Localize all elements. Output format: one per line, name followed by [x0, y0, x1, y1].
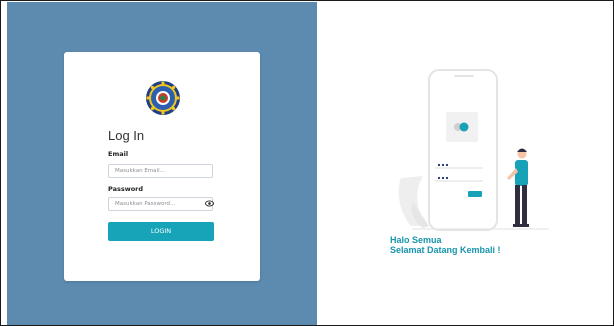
email-label: Email — [108, 150, 129, 158]
login-button[interactable]: LOGIN — [108, 222, 214, 241]
submit-icon — [468, 191, 482, 197]
email-field[interactable]: Masukkan Email... — [108, 164, 213, 178]
welcome-illustration — [398, 69, 549, 231]
login-card: Log In Email Masukkan Email... Password … — [64, 52, 260, 281]
greeting-line-1: Halo Semua — [390, 235, 442, 245]
greeting-line-2: Selamat Datang Kembali ! — [390, 245, 501, 255]
eye-icon[interactable] — [205, 199, 214, 208]
page-title: Log In — [108, 128, 145, 143]
left-panel: Log In Email Masukkan Email... Password … — [7, 2, 317, 325]
password-field[interactable]: Masukkan Password... — [108, 197, 213, 211]
phone-icon — [428, 69, 498, 231]
screenshot-frame: Log In Email Masukkan Email... Password … — [0, 0, 614, 326]
greeting-text: Halo Semua Selamat Datang Kembali ! — [390, 235, 501, 255]
person-icon — [507, 148, 529, 227]
right-panel: Halo Semua Selamat Datang Kembali ! — [317, 2, 607, 325]
university-seal-icon — [146, 81, 180, 115]
password-label: Password — [108, 185, 144, 193]
